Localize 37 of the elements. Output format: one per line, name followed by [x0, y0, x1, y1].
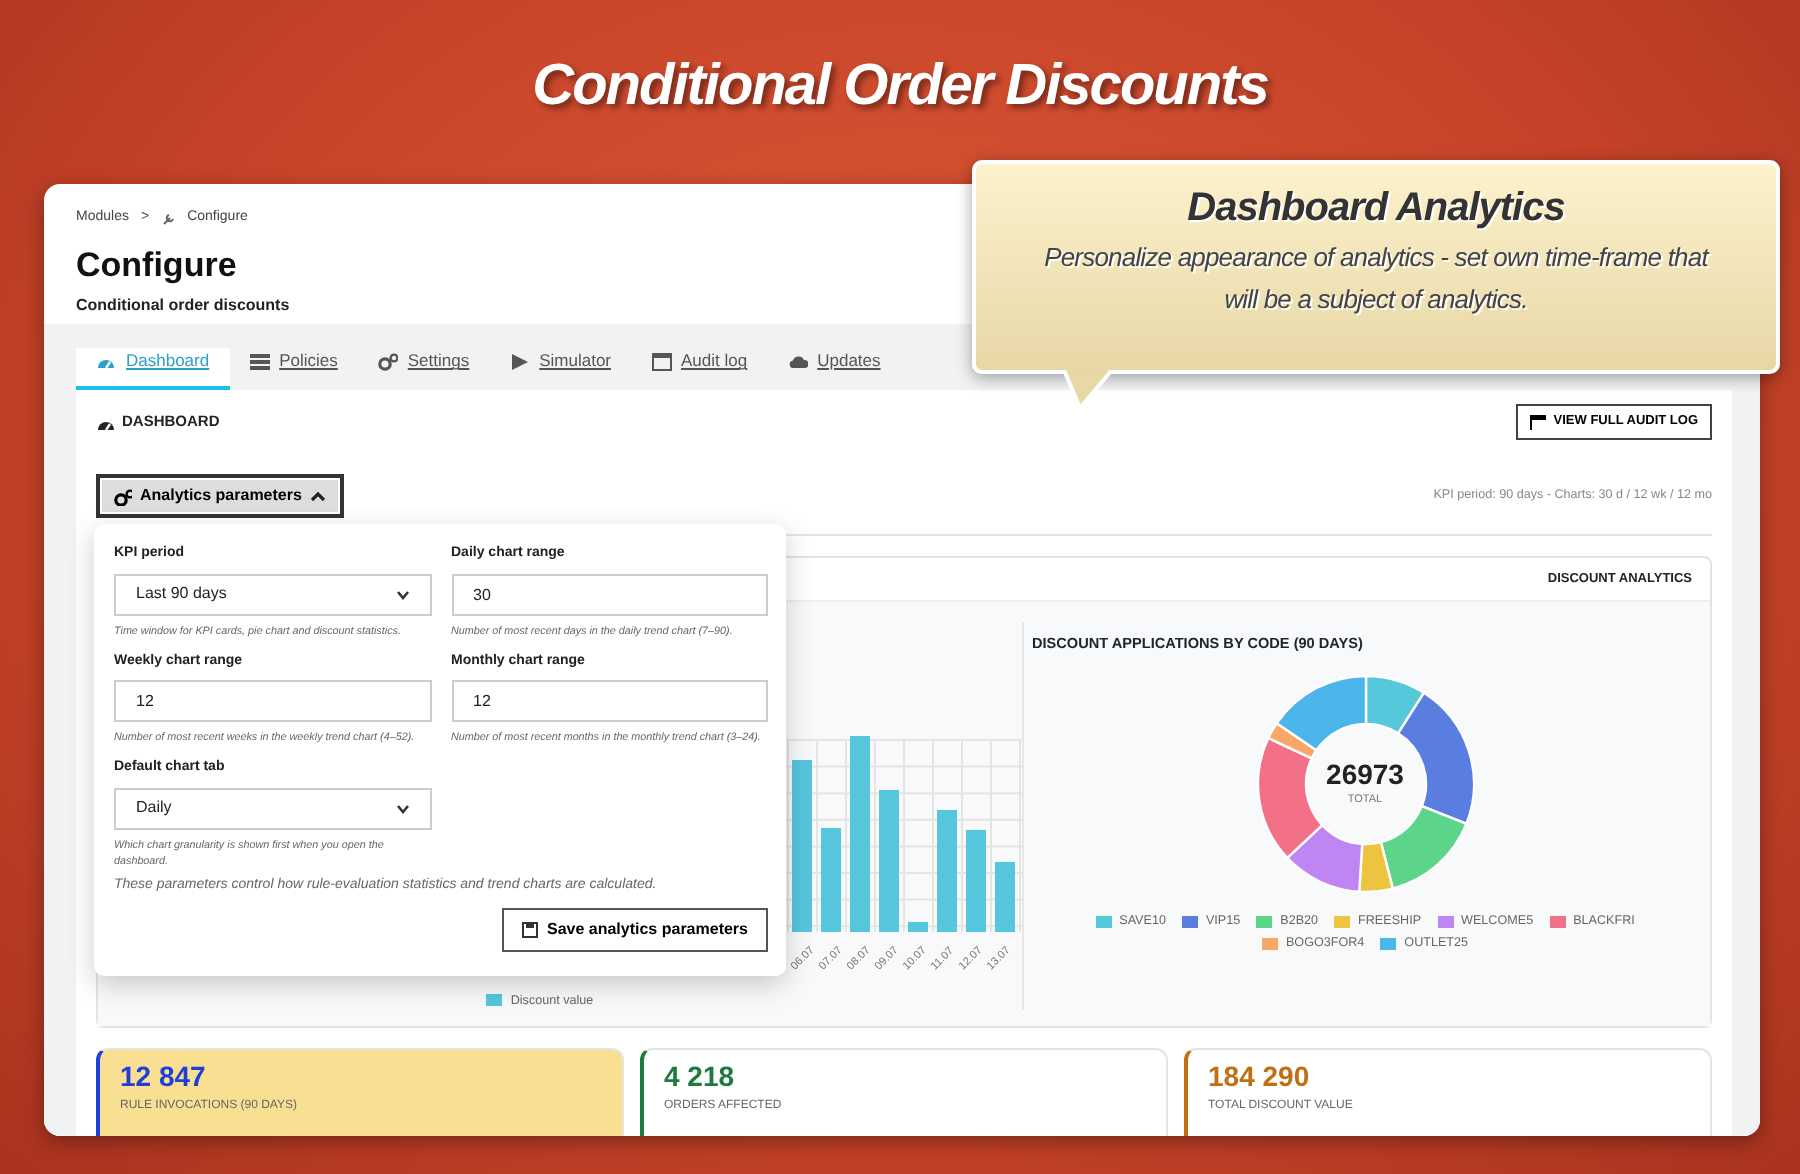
list-icon	[249, 351, 270, 372]
chart-bar	[821, 827, 841, 932]
donut-total: 26973	[1326, 759, 1404, 788]
tab[interactable]: Updates	[767, 348, 901, 390]
chevron-icon	[395, 803, 409, 814]
select-field[interactable]: Last 90 days	[114, 573, 431, 615]
tab[interactable]: Settings	[357, 348, 490, 390]
wrench-icon	[161, 211, 176, 226]
chart-bar	[995, 861, 1015, 932]
kpi-value: 12 847	[120, 1062, 206, 1093]
gears-icon	[114, 487, 132, 505]
save-icon	[522, 922, 539, 939]
legend-swatch	[486, 994, 503, 1007]
banner-title: Conditional Order Discounts	[532, 52, 1268, 122]
analytics-parameters-button[interactable]: Analytics parameters	[96, 474, 344, 518]
cloud-icon	[787, 351, 808, 372]
kpi-value: 4 218	[664, 1062, 735, 1093]
kpi-value: 184 290	[1208, 1062, 1310, 1093]
page-subtitle: Conditional order discounts	[76, 294, 290, 318]
play-icon	[509, 351, 530, 372]
input-field[interactable]: 12	[451, 680, 768, 723]
tab[interactable]: Simulator	[489, 348, 632, 390]
callout-title: Dashboard Analytics	[1185, 184, 1567, 232]
chart-bar	[879, 789, 899, 932]
callout-text: Personalize appearance of analytics - set own time-frame that will be a subject of analytics.	[1042, 240, 1712, 318]
chart-bar	[908, 921, 928, 932]
page-title: Configure	[76, 243, 237, 288]
tab[interactable]: Policies	[229, 348, 358, 390]
save-button[interactable]: Save analytics parameters	[502, 908, 768, 953]
input-field[interactable]: 30	[451, 573, 768, 615]
input-field[interactable]: 12	[114, 680, 431, 723]
gears-icon	[377, 351, 398, 372]
chart-bar	[966, 829, 986, 932]
chevron-icon	[395, 589, 409, 599]
chart-bar	[937, 809, 957, 932]
select-field[interactable]: Daily	[114, 787, 431, 830]
tab[interactable]: Audit log	[631, 348, 768, 390]
